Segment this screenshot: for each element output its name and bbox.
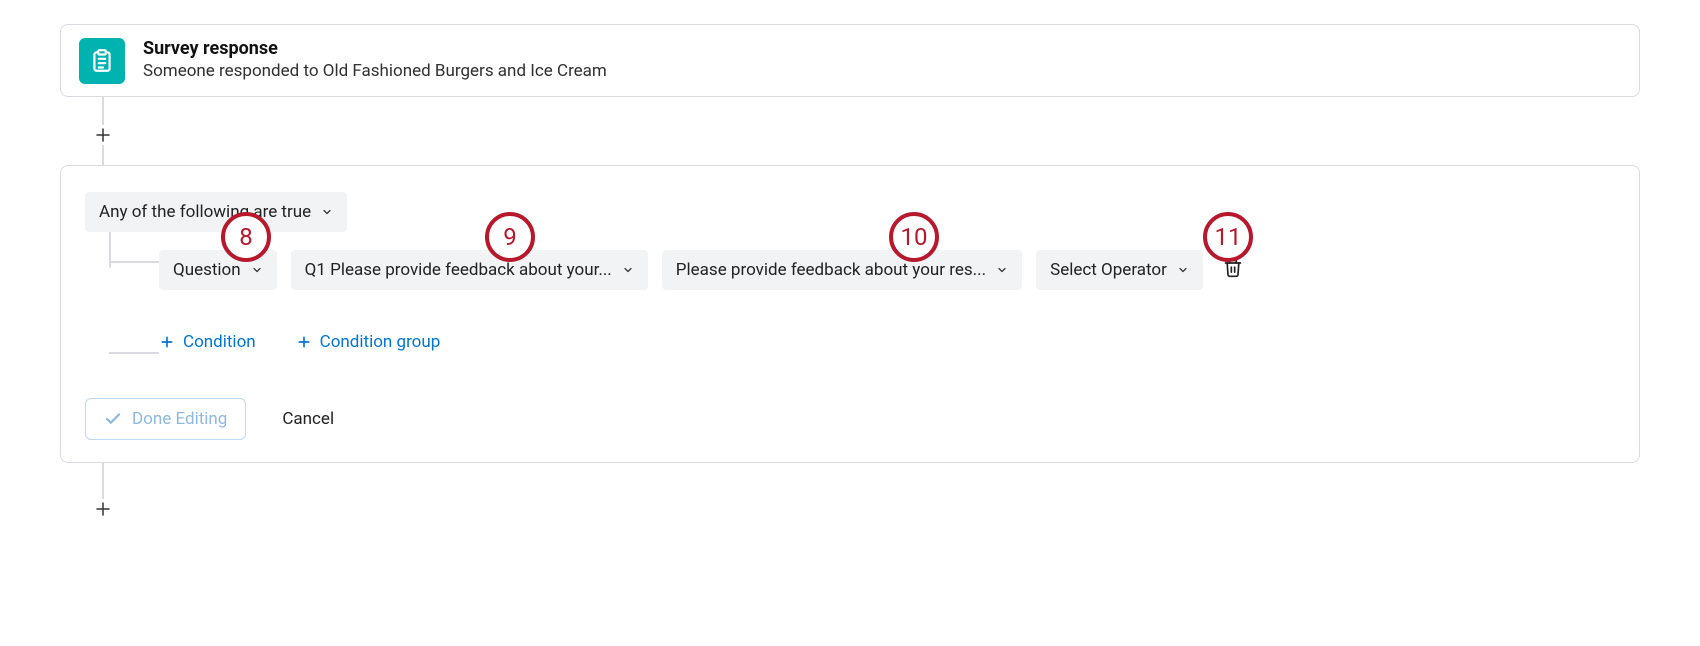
question-dropdown[interactable]: Q1 Please provide feedback about your... (291, 250, 648, 290)
operator-label: Select Operator (1050, 260, 1167, 280)
add-step-button-top[interactable] (93, 125, 113, 145)
chevron-down-icon (622, 264, 634, 276)
connector-bottom (102, 463, 1640, 523)
chevron-down-icon (251, 264, 263, 276)
add-condition-group-label: Condition group (320, 332, 441, 352)
trigger-card[interactable]: Survey response Someone responded to Old… (60, 24, 1640, 97)
sub-question-dropdown[interactable]: Please provide feedback about your res..… (662, 250, 1022, 290)
chevron-down-icon (996, 264, 1008, 276)
connector-top (102, 97, 1640, 165)
clipboard-icon (79, 38, 125, 84)
match-mode-dropdown[interactable]: Any of the following are true (85, 192, 347, 232)
question-label: Q1 Please provide feedback about your... (305, 260, 612, 280)
trigger-title: Survey response (143, 37, 607, 60)
condition-tree: Question Q1 Please provide feedback abou… (109, 232, 1615, 352)
chevron-down-icon (321, 206, 333, 218)
workflow-canvas: Survey response Someone responded to Old… (0, 0, 1700, 646)
match-mode-label: Any of the following are true (99, 202, 311, 222)
delete-condition-button[interactable] (1217, 252, 1249, 288)
operator-dropdown[interactable]: Select Operator (1036, 250, 1203, 290)
plus-icon (296, 334, 312, 350)
add-condition-label: Condition (183, 332, 256, 352)
done-editing-label: Done Editing (132, 409, 227, 429)
trigger-text: Survey response Someone responded to Old… (143, 37, 607, 84)
add-step-button-bottom[interactable] (93, 499, 113, 519)
done-editing-button[interactable]: Done Editing (85, 398, 246, 440)
plus-icon (159, 334, 175, 350)
sub-question-label: Please provide feedback about your res..… (676, 260, 986, 280)
condition-row: Question Q1 Please provide feedback abou… (109, 232, 1615, 290)
condition-builder-card: 8 9 10 11 Any of the following are true … (60, 165, 1640, 463)
chevron-down-icon (1177, 264, 1189, 276)
add-condition-button[interactable]: Condition (159, 332, 256, 352)
field-type-dropdown[interactable]: Question (159, 250, 277, 290)
cancel-label: Cancel (282, 409, 334, 429)
connector-line (102, 463, 104, 503)
cancel-button[interactable]: Cancel (282, 409, 334, 429)
trash-icon (1223, 258, 1243, 278)
add-condition-group-button[interactable]: Condition group (296, 332, 441, 352)
trigger-subtitle: Someone responded to Old Fashioned Burge… (143, 60, 607, 84)
check-icon (104, 410, 122, 428)
field-type-label: Question (173, 260, 241, 280)
builder-footer: Done Editing Cancel (85, 398, 1615, 440)
